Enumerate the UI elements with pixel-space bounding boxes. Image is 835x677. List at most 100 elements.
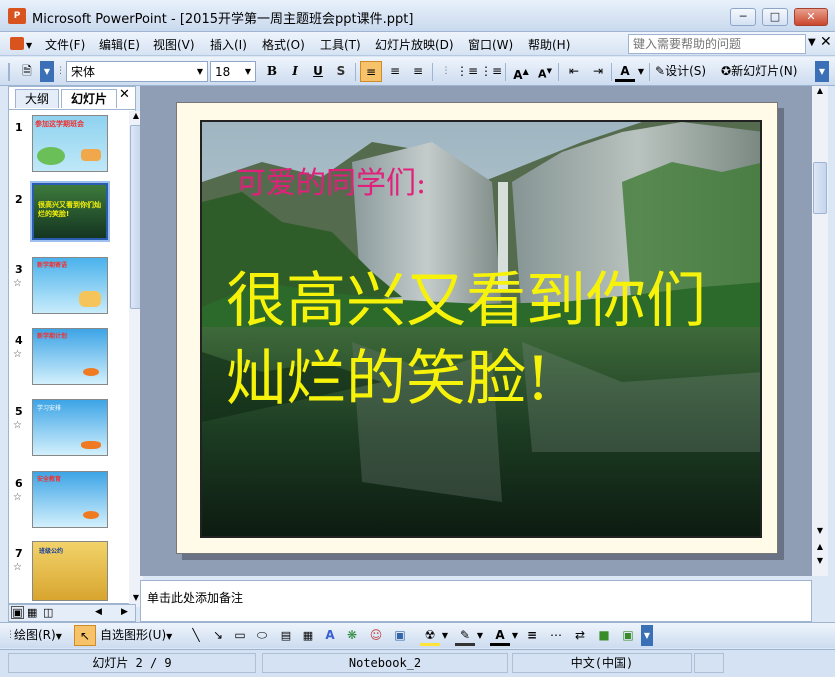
slide-thumbnail-4[interactable]: 新学期计划 [32, 328, 108, 385]
font-color-icon[interactable]: A [615, 61, 635, 82]
thumb-title: 安全教育 [37, 476, 62, 483]
thumb-title: 参加这学期班会 [35, 120, 84, 128]
close-doc-icon[interactable]: ✕ [820, 34, 832, 50]
menu-edit[interactable]: 编辑(E) [99, 36, 140, 53]
slide-thumbnail-5[interactable]: 学习安排 [32, 399, 108, 456]
font-name-dropdown-icon[interactable]: ▼ [192, 61, 208, 82]
3d-style-icon[interactable]: ▣ [618, 625, 638, 646]
scroll-thumb[interactable] [813, 162, 827, 214]
close-pane-icon[interactable]: ✕ [119, 87, 130, 102]
increase-indent-icon[interactable]: ⇥ [587, 61, 609, 82]
clipart-icon[interactable]: ☺ [366, 625, 386, 646]
help-dropdown-icon[interactable]: ▼ [808, 37, 816, 48]
notes-pane[interactable]: 单击此处添加备注 [140, 580, 812, 622]
toolbar-grip[interactable]: ⋮ [6, 625, 15, 646]
align-left-button[interactable]: ≡ [360, 61, 382, 82]
hscroll-left-icon[interactable]: ◀ [95, 607, 102, 617]
tab-slides[interactable]: 幻灯片 [61, 89, 117, 108]
shadow-style-icon[interactable]: ■ [594, 625, 614, 646]
slideshow-view-icon[interactable]: ◫ [43, 606, 53, 619]
bold-button[interactable]: B [262, 61, 282, 82]
rectangle-tool-icon[interactable]: ▭ [230, 625, 250, 646]
menu-file[interactable]: 文件(F) [45, 36, 85, 53]
tab-outline[interactable]: 大纲 [15, 89, 59, 108]
menu-window[interactable]: 窗口(W) [468, 36, 513, 53]
scroll-up-icon[interactable]: ▲ [813, 86, 827, 100]
align-right-button[interactable]: ≡ [407, 61, 429, 82]
font-color-dropdown-icon[interactable]: ▼ [636, 61, 646, 82]
chevron-down-icon: ▼ [166, 632, 173, 641]
line-tool-icon[interactable]: ╲ [186, 625, 206, 646]
select-pointer-icon[interactable]: ↖ [74, 625, 96, 646]
hscroll-right-icon[interactable]: ▶ [121, 607, 128, 617]
slide-background-photo[interactable]: 可爱的同学们: 很高兴又看到你们 灿烂的笑脸! [200, 120, 762, 538]
new-slide-button[interactable]: ✪新幻灯片(N) [721, 61, 811, 82]
slide-thumbnail-1[interactable]: 参加这学期班会 [32, 115, 108, 172]
design-icon: ✎ [655, 64, 666, 78]
menu-format[interactable]: 格式(O) [262, 36, 305, 53]
slide-thumbnail-3[interactable]: 新学期寄语 [32, 257, 108, 314]
minimize-button[interactable]: ─ [730, 8, 756, 26]
menu-help[interactable]: 帮助(H) [528, 36, 570, 53]
close-button[interactable]: ✕ [794, 8, 828, 26]
slide-subtitle[interactable]: 可爱的同学们: [236, 158, 426, 202]
vertical-textbox-icon[interactable]: ▦ [298, 625, 318, 646]
toolbar-grip2[interactable]: ⋮ [56, 61, 65, 82]
fill-color-dropdown-icon[interactable]: ▼ [440, 625, 450, 646]
maximize-button[interactable]: □ [762, 8, 788, 26]
toolbar-options-icon[interactable]: ▼ [641, 625, 653, 646]
slide-thumbnail-6[interactable]: 安全教育 [32, 471, 108, 528]
menu-view[interactable]: 视图(V) [153, 36, 195, 53]
design-button[interactable]: ✎设计(S) [655, 61, 717, 82]
line-color-dropdown-icon[interactable]: ▼ [475, 625, 485, 646]
line-color-icon[interactable]: ✎ [455, 625, 475, 646]
menu-insert[interactable]: 插入(I) [210, 36, 247, 53]
wordart-icon[interactable]: A [320, 625, 340, 646]
picture-icon[interactable]: ▣ [390, 625, 410, 646]
draw-menu-button[interactable]: 绘图(R)▼ [14, 625, 72, 646]
italic-button[interactable]: I [285, 61, 305, 82]
toolbar-options-icon[interactable]: ▼ [815, 61, 829, 82]
next-slide-icon[interactable]: ▼ [813, 556, 827, 570]
arrow-style-icon[interactable]: ⇄ [570, 625, 590, 646]
help-search-input[interactable] [628, 34, 806, 54]
font-color-icon[interactable]: A [490, 625, 510, 646]
autoshapes-button[interactable]: 自选图形(U)▼ [100, 625, 184, 646]
underline-button[interactable]: U [308, 61, 328, 82]
numbering-icon[interactable]: ⋮≡ [456, 61, 478, 82]
textbox-tool-icon[interactable]: ▤ [276, 625, 296, 646]
toolbar-grip[interactable] [8, 63, 10, 81]
dash-style-icon[interactable]: ⋯ [546, 625, 566, 646]
shadow-button[interactable]: S [331, 61, 351, 82]
font-size-dropdown-icon[interactable]: ▼ [240, 61, 256, 82]
align-center-button[interactable]: ≡ [384, 61, 406, 82]
oval-tool-icon[interactable]: ⬭ [252, 625, 272, 646]
arrow-tool-icon[interactable]: ↘ [208, 625, 228, 646]
diagram-icon[interactable]: ❋ [342, 625, 362, 646]
new-doc-icon[interactable]: 🗎 [16, 61, 38, 82]
line-style-icon[interactable]: ≡ [522, 625, 542, 646]
slide-thumbnail-2[interactable]: 很高兴又看到你们灿烂的笑脸! [30, 181, 110, 242]
menu-slideshow[interactable]: 幻灯片放映(D) [375, 36, 454, 53]
slide-scrollbar[interactable]: ▲ ▼ ▲ ▼ [812, 86, 828, 576]
notes-placeholder: 单击此处添加备注 [147, 591, 244, 605]
scroll-down-icon[interactable]: ▼ [813, 526, 827, 540]
menu-tools[interactable]: 工具(T) [320, 36, 361, 53]
increase-font-icon[interactable]: A▲ [510, 61, 532, 82]
bullets-icon[interactable]: ⋮≡ [480, 61, 502, 82]
slide-thumbnail-7[interactable]: 班级公约 [32, 541, 108, 601]
slide-sorter-icon[interactable]: ▦ [27, 606, 37, 619]
toolbar-options-icon[interactable]: ▼ [40, 61, 54, 82]
slide-headline[interactable]: 很高兴又看到你们 灿烂的笑脸! [226, 262, 706, 418]
animation-star-icon: ☆ [13, 278, 22, 289]
fill-color-icon[interactable]: ☢ [420, 625, 440, 646]
font-name-combo[interactable]: 宋体 [66, 61, 208, 82]
normal-view-icon[interactable]: ▣ [11, 606, 24, 619]
decrease-indent-icon[interactable]: ⇤ [563, 61, 585, 82]
toolbar-grip3[interactable]: ⋮ [437, 61, 455, 82]
decrease-font-icon[interactable]: A▼ [534, 61, 556, 82]
previous-slide-icon[interactable]: ▲ [813, 542, 827, 556]
powerpoint-app-icon[interactable]: P [8, 8, 26, 24]
doc-control-icon[interactable]: ▼ [6, 35, 36, 53]
font-color-dropdown-icon[interactable]: ▼ [510, 625, 520, 646]
